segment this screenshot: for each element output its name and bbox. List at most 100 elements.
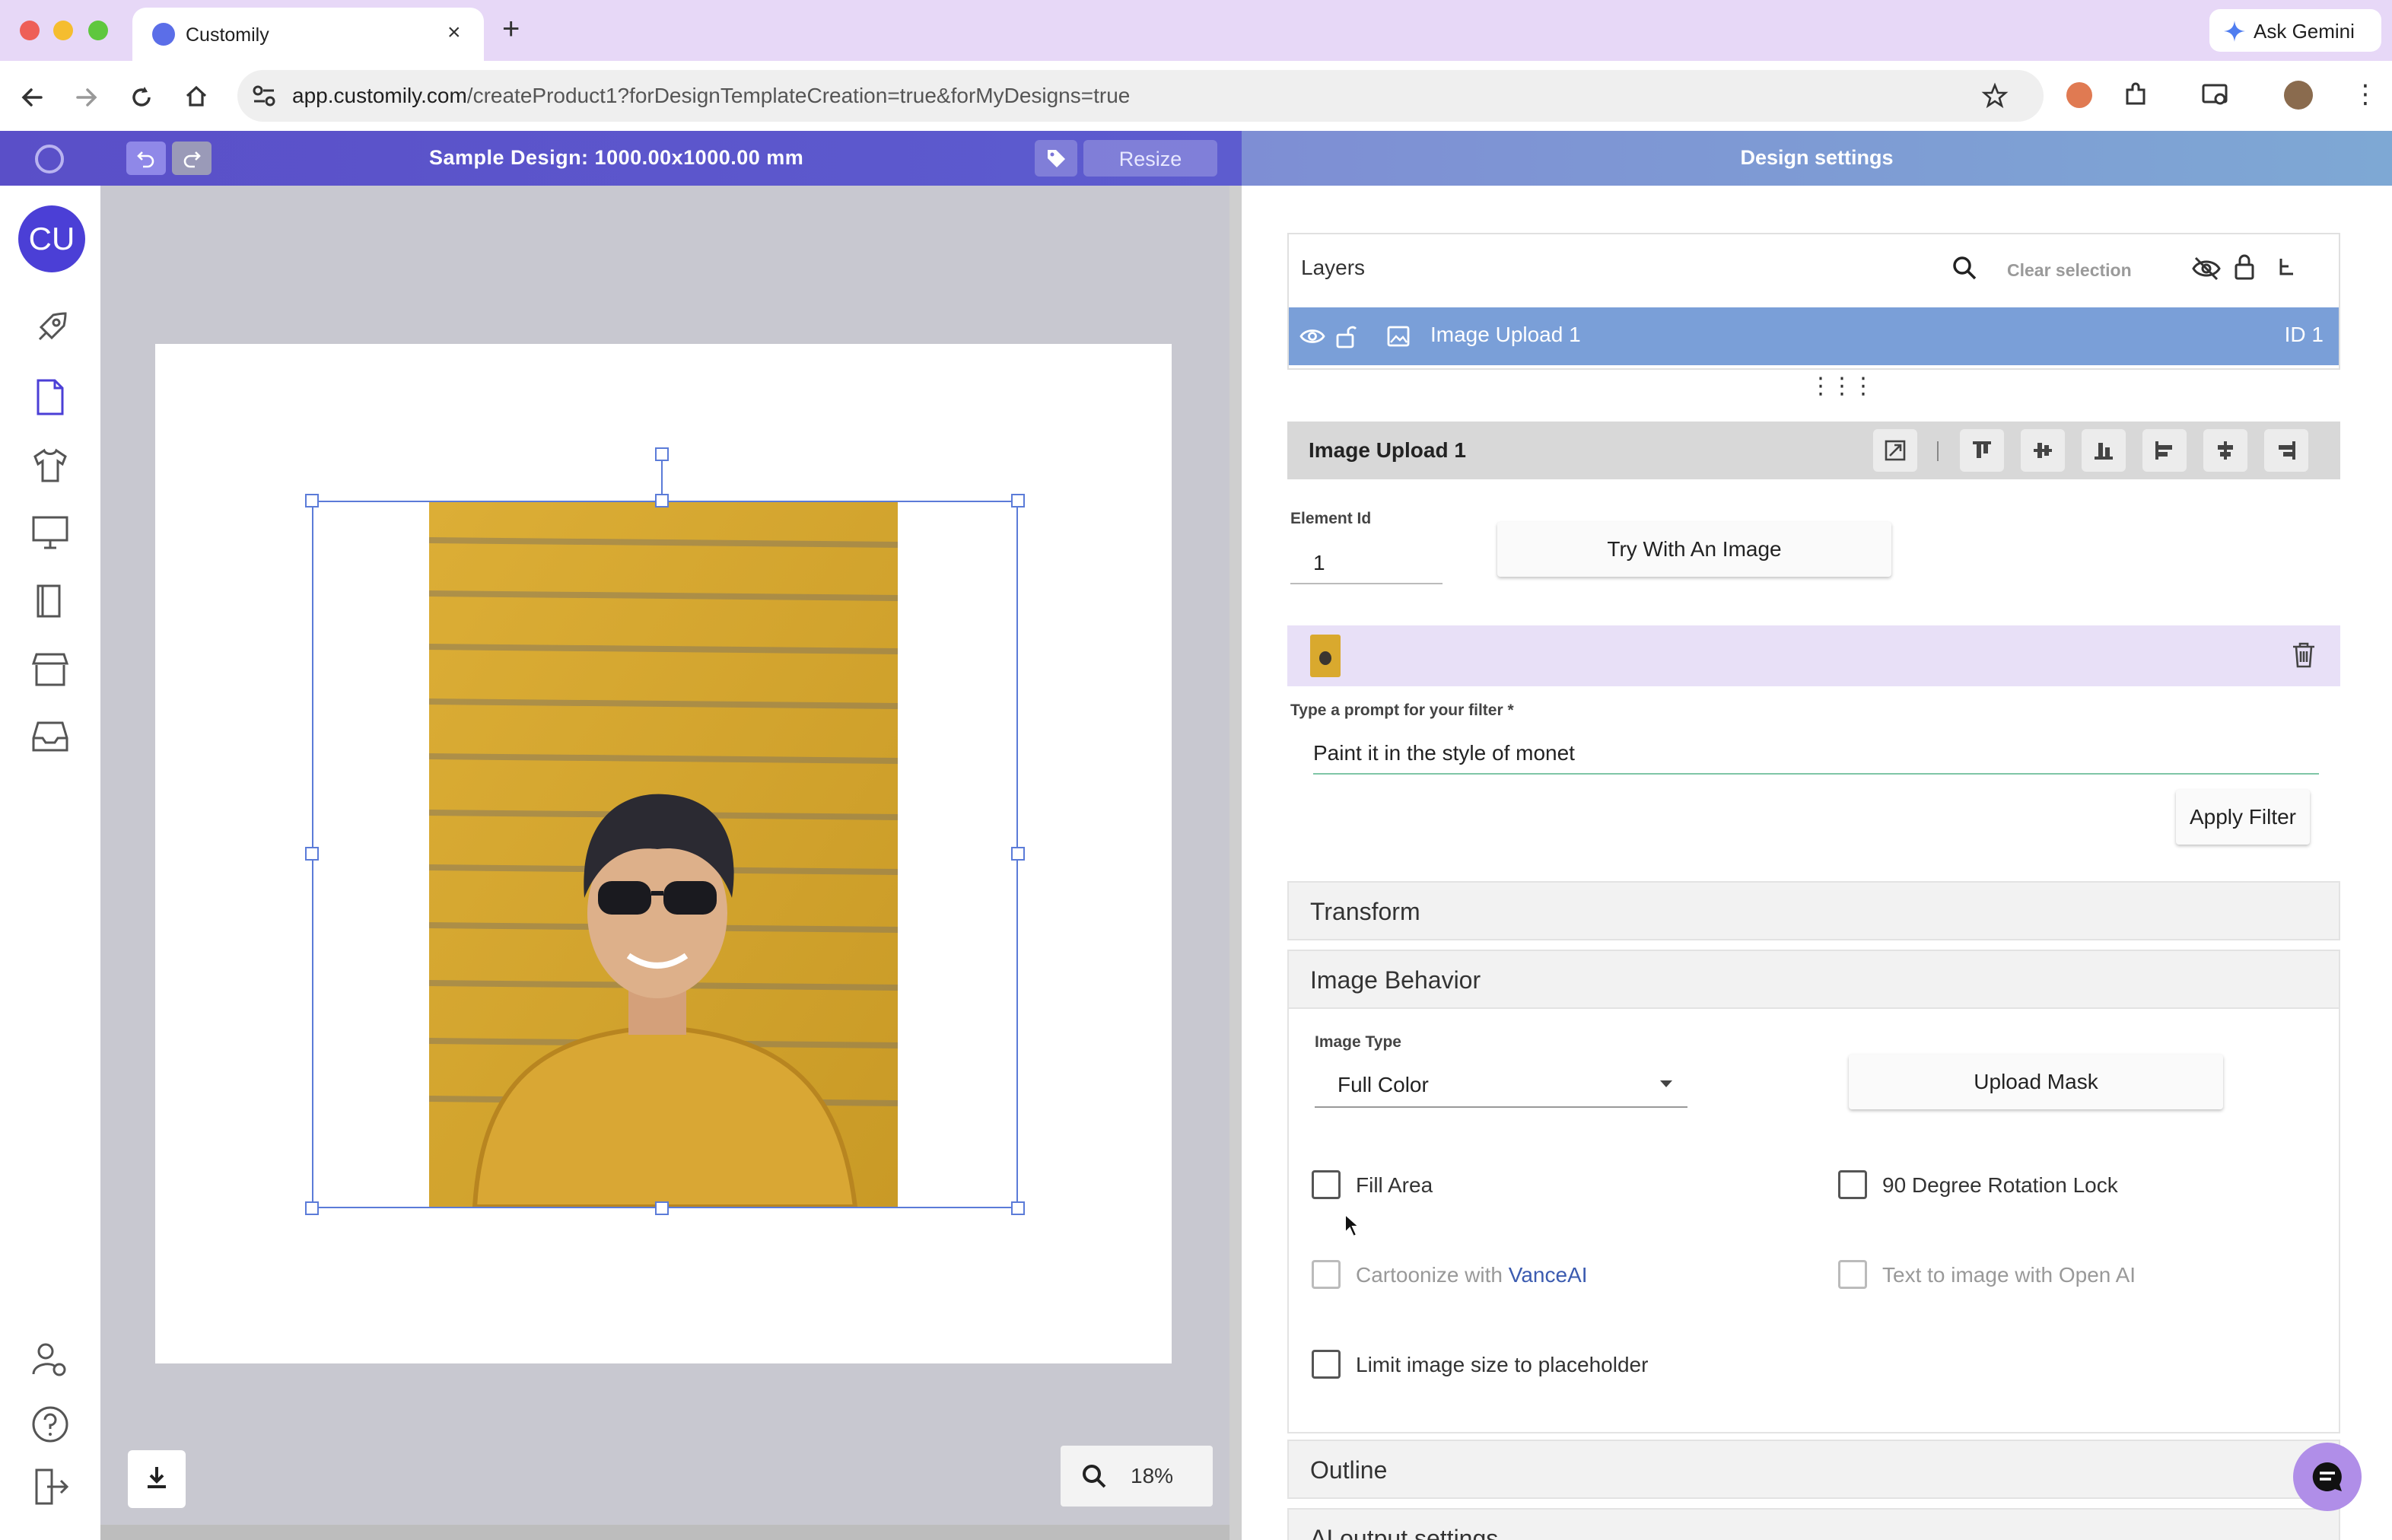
tag-button[interactable] [1035, 140, 1077, 177]
redo-button[interactable] [172, 142, 212, 175]
resize-handle-top-left[interactable] [305, 494, 319, 508]
fill-area-checkbox[interactable] [1312, 1170, 1341, 1199]
image-thumbnail[interactable] [1310, 635, 1341, 677]
ai-output-title: AI output settings [1310, 1525, 1499, 1540]
undo-button[interactable] [126, 142, 166, 175]
inbox-icon[interactable] [29, 715, 72, 758]
design-title: Sample Design: 1000.00x1000.00 mm [429, 146, 804, 169]
cartoonize-prefix: Cartoonize with [1356, 1263, 1509, 1287]
home-icon[interactable] [183, 82, 210, 110]
ai-output-section[interactable]: AI output settings [1287, 1508, 2340, 1540]
gemini-sparkle-icon [2224, 21, 2245, 42]
download-button[interactable] [128, 1450, 186, 1508]
panel-resize-grip-icon[interactable]: ⋮⋮⋮ [1809, 373, 1875, 399]
layer-row-image-upload-1[interactable]: Image Upload 1 ID 1 [1289, 307, 2339, 365]
forward-arrow-icon[interactable] [73, 84, 100, 111]
redo-icon [183, 151, 201, 168]
extension-icon[interactable] [2066, 82, 2092, 108]
support-chat-button[interactable] [2293, 1443, 2362, 1511]
resize-handle-bottom-right[interactable] [1011, 1201, 1025, 1215]
element-properties-header: Image Upload 1 [1287, 422, 2340, 479]
profile-avatar[interactable] [2284, 81, 2313, 110]
resize-handle-right[interactable] [1011, 847, 1025, 861]
site-settings-icon[interactable] [251, 84, 277, 108]
image-type-label: Image Type [1315, 1033, 1401, 1051]
resize-handle-bottom[interactable] [655, 1201, 669, 1215]
limit-size-checkbox[interactable] [1312, 1350, 1341, 1379]
address-bar[interactable]: app.customily.com/createProduct1?forDesi… [237, 70, 2044, 122]
zoom-control[interactable]: 18% [1061, 1446, 1213, 1507]
user-avatar[interactable]: CU [18, 205, 85, 272]
book-icon[interactable] [29, 580, 72, 622]
apply-filter-button[interactable]: Apply Filter [2176, 790, 2310, 845]
back-arrow-icon[interactable] [18, 84, 46, 111]
logout-icon[interactable] [29, 1465, 72, 1508]
canvas-vertical-scrollbar[interactable] [1229, 186, 1242, 1540]
vanceai-link[interactable]: VanceAI [1509, 1263, 1588, 1287]
align-right-button[interactable] [2264, 429, 2308, 472]
cartoonize-checkbox[interactable] [1312, 1260, 1341, 1289]
new-tab-button[interactable]: + [502, 12, 520, 46]
extensions-puzzle-icon[interactable] [2121, 81, 2150, 110]
outline-section[interactable]: Outline [1287, 1440, 2340, 1499]
customily-logo-icon[interactable] [35, 145, 64, 173]
align-top-button[interactable] [1960, 429, 2004, 472]
url-text[interactable]: app.customily.com/createProduct1?forDesi… [292, 84, 1130, 108]
reload-icon[interactable] [128, 84, 155, 111]
resize-handle-top[interactable] [655, 494, 669, 508]
browser-tab[interactable]: Customily × [132, 8, 484, 61]
close-window-button[interactable] [20, 21, 40, 40]
tab-close-icon[interactable]: × [447, 20, 461, 46]
rotation-lock-label: 90 Degree Rotation Lock [1882, 1173, 2118, 1197]
monitor-design-icon[interactable] [29, 511, 72, 554]
prompt-label: Type a prompt for your filter * [1290, 702, 1514, 719]
maximize-window-button[interactable] [88, 21, 108, 40]
hide-all-eye-icon[interactable] [2191, 256, 2222, 282]
element-id-label: Element Id [1290, 510, 1372, 527]
help-icon[interactable] [29, 1403, 72, 1446]
chat-icon [2312, 1462, 2342, 1491]
tshirt-icon[interactable] [29, 444, 72, 487]
ask-gemini-button[interactable]: Ask Gemini [2209, 9, 2381, 52]
element-id-value: 1 [1313, 551, 1325, 574]
try-with-image-button[interactable]: Try With An Image [1497, 522, 1891, 577]
selection-bounding-box[interactable] [312, 501, 1018, 1208]
layer-unlock-icon[interactable] [1334, 323, 1357, 350]
align-middle-button[interactable] [2021, 429, 2065, 472]
transform-section[interactable]: Transform [1287, 881, 2340, 940]
canvas-horizontal-scrollbar[interactable] [100, 1525, 1229, 1540]
fill-area-label: Fill Area [1356, 1173, 1433, 1197]
align-center-button[interactable] [2203, 429, 2247, 472]
bookmark-star-icon[interactable] [1981, 82, 2009, 110]
minimize-window-button[interactable] [53, 21, 73, 40]
lock-all-icon[interactable] [2232, 253, 2257, 282]
user-settings-icon[interactable] [29, 1339, 72, 1382]
layer-visibility-eye-icon[interactable] [1299, 326, 1325, 347]
layer-search-icon[interactable] [1951, 254, 1978, 282]
align-left-button[interactable] [2142, 429, 2187, 472]
resize-button[interactable]: Resize [1083, 140, 1217, 177]
document-icon[interactable] [29, 376, 72, 418]
rotate-handle[interactable] [655, 447, 669, 461]
resize-handle-top-right[interactable] [1011, 494, 1025, 508]
clear-selection-button[interactable]: Clear selection [2007, 260, 2132, 281]
text-to-image-checkbox[interactable] [1838, 1260, 1867, 1289]
image-behavior-section[interactable]: Image Behavior [1287, 950, 2340, 1009]
thumbnail-figure [1319, 651, 1331, 665]
resize-handle-left[interactable] [305, 847, 319, 861]
fit-to-canvas-button[interactable] [1873, 429, 1917, 472]
image-filter-row [1287, 625, 2340, 686]
cast-media-icon[interactable] [2200, 81, 2231, 110]
rotation-lock-checkbox[interactable] [1838, 1170, 1867, 1199]
resize-handle-bottom-left[interactable] [305, 1201, 319, 1215]
trash-icon[interactable] [2290, 641, 2317, 670]
rocket-icon[interactable] [29, 307, 72, 350]
layer-tree-icon[interactable] [2275, 256, 2299, 280]
browser-menu-icon[interactable]: ⋮ [2352, 79, 2378, 110]
prompt-input[interactable]: Paint it in the style of monet [1313, 727, 2319, 775]
element-id-input[interactable]: 1 [1290, 543, 1443, 584]
store-icon[interactable] [29, 648, 72, 691]
image-type-select[interactable]: Full Color [1315, 1061, 1687, 1108]
upload-mask-button[interactable]: Upload Mask [1849, 1055, 2223, 1109]
align-bottom-button[interactable] [2082, 429, 2126, 472]
